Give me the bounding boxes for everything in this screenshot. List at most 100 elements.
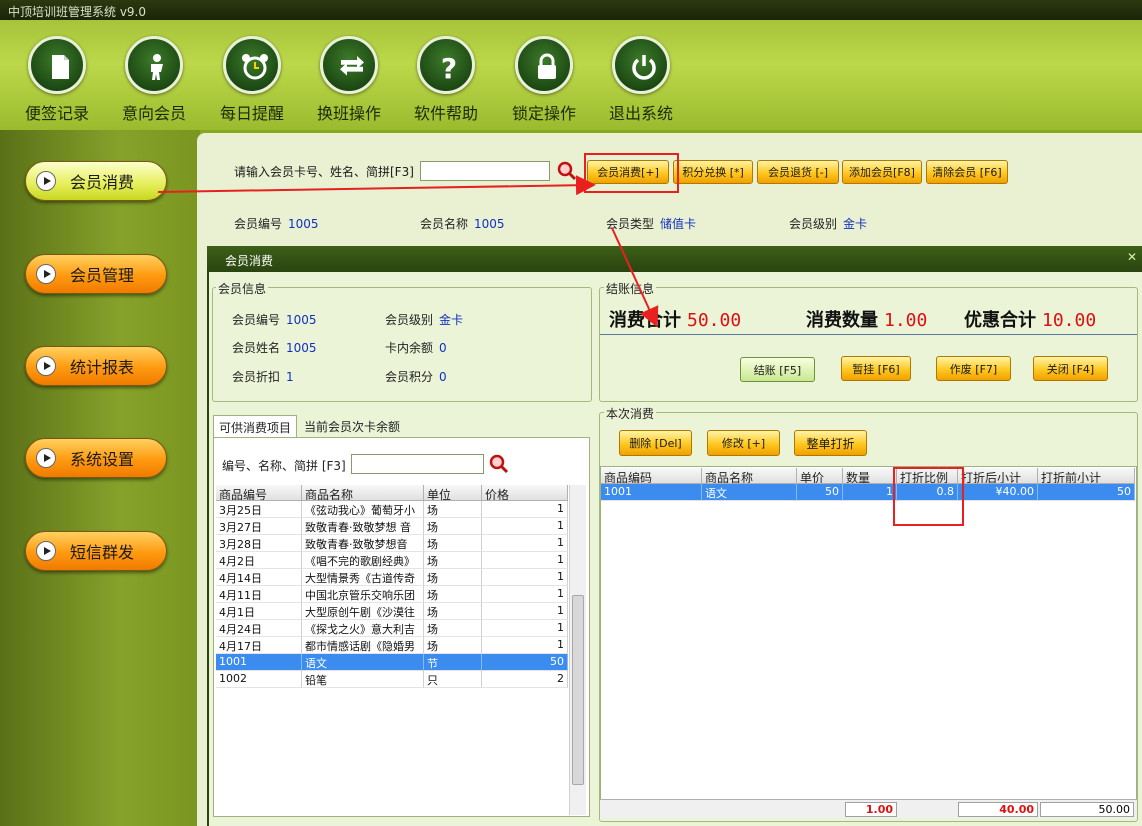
table-cell: 《弦动我心》葡萄牙小 [302, 501, 424, 518]
toolbar-note[interactable]: 便签记录 [17, 36, 97, 124]
tab-available-items[interactable]: 可供消费项目 [213, 415, 298, 437]
delete-button[interactable]: 删除 [Del] [619, 430, 692, 456]
table-cell: 1 [482, 535, 568, 552]
table-cell: 场 [424, 637, 482, 654]
sidebar-item-reports[interactable]: 统计报表 [25, 346, 167, 386]
member-info-title: 会员信息 [216, 280, 269, 297]
member-id-info: 会员编号 1005 [234, 217, 319, 231]
member-search-input[interactable] [420, 161, 550, 181]
items-col-header[interactable]: 商品编号 [216, 485, 302, 501]
toolbar-help-label: 软件帮助 [413, 104, 478, 123]
close-button[interactable]: 关闭 [F4] [1033, 356, 1108, 381]
highlight-box [893, 467, 964, 526]
search-icon[interactable] [488, 453, 510, 475]
sidebar-item-members[interactable]: 会员管理 [25, 254, 167, 294]
dlg-member-name: 会员姓名 1005 [232, 341, 317, 355]
table-cell: 语文 [302, 654, 424, 671]
member-type-info: 会员类型 储值卡 [606, 217, 697, 231]
toolbar-prospect[interactable]: 意向会员 [114, 36, 194, 124]
table-cell: 4月2日 [216, 552, 302, 569]
dlg-member-balance: 卡内余额 0 [385, 341, 447, 355]
void-button[interactable]: 作废 [F7] [936, 356, 1011, 381]
search-label: 请输入会员卡号、姓名、简拼[F3] [234, 165, 414, 179]
table-cell: 1 [482, 518, 568, 535]
sidebar: 会员消费 会员管理 统计报表 系统设置 短信群发 [0, 130, 200, 826]
items-col-header[interactable]: 单位 [424, 485, 482, 501]
table-cell: 场 [424, 501, 482, 518]
table-cell: 场 [424, 586, 482, 603]
toolbar-shift[interactable]: 换班操作 [309, 36, 389, 124]
highlight-box [584, 153, 679, 193]
search-icon[interactable] [556, 160, 578, 182]
item-search-input[interactable] [351, 454, 484, 474]
table-cell: 都市情感话剧《隐婚男 [302, 637, 424, 654]
current-col-header[interactable]: 打折后小计 [958, 468, 1038, 484]
table-cell: 场 [424, 603, 482, 620]
table-cell: 场 [424, 535, 482, 552]
sidebar-item-sms[interactable]: 短信群发 [25, 531, 167, 571]
close-icon[interactable]: ✕ [1127, 250, 1137, 264]
table-cell: 致敬青春·致敬梦想音 [302, 535, 424, 552]
hold-button[interactable]: 暂挂 [F6] [841, 356, 911, 381]
table-cell: 1 [482, 603, 568, 620]
toolbar-note-label: 便签记录 [24, 104, 89, 123]
current-col-header[interactable]: 单价 [797, 468, 843, 484]
toolbar-exit[interactable]: 退出系统 [601, 36, 681, 124]
total-quantity: 消费数量 1.00 [806, 310, 928, 331]
items-scrollbar[interactable] [569, 485, 586, 815]
sidebar-item-consume[interactable]: 会员消费 [25, 161, 167, 201]
table-cell: 1002 [216, 671, 302, 688]
totals-bar: 1.00 40.00 50.00 [600, 799, 1137, 818]
play-icon [36, 356, 56, 376]
whole-discount-button[interactable]: 整单打折 [794, 430, 867, 456]
table-cell: 3月25日 [216, 501, 302, 518]
dlg-member-discount: 会员折扣 1 [232, 370, 294, 384]
scroll-thumb[interactable] [572, 595, 584, 785]
alarm-clock-icon [242, 54, 268, 80]
total-discount: 优惠合计 10.00 [964, 310, 1097, 331]
table-cell: 1 [482, 637, 568, 654]
toolbar-lock-label: 锁定操作 [511, 104, 576, 123]
current-col-header[interactable]: 商品名称 [702, 468, 797, 484]
edit-button[interactable]: 修改 [+] [707, 430, 780, 456]
current-col-header[interactable]: 数量 [843, 468, 897, 484]
points-exchange-button[interactable]: 积分兑换 [*] [673, 160, 753, 184]
dialog-title: 会员消费 [207, 246, 1142, 272]
tab-card-balance[interactable]: 当前会员次卡余额 [299, 415, 405, 437]
toolbar-lock[interactable]: 锁定操作 [504, 36, 584, 124]
divider [600, 334, 1137, 335]
toolbar-reminder[interactable]: 每日提醒 [212, 36, 292, 124]
svg-text:?: ? [441, 52, 457, 82]
table-cell: 1 [482, 501, 568, 518]
help-icon: ? [441, 52, 457, 82]
table-cell: 4月14日 [216, 569, 302, 586]
table-cell: 语文 [702, 484, 797, 501]
sum-after-discount: 40.00 [958, 802, 1038, 817]
items-col-header[interactable]: 价格 [482, 485, 568, 501]
play-icon [36, 448, 56, 468]
table-cell: 只 [424, 671, 482, 688]
swap-arrows-icon [340, 56, 364, 76]
items-col-header[interactable]: 商品名称 [302, 485, 424, 501]
sidebar-item-settings[interactable]: 系统设置 [25, 438, 167, 478]
current-items-panel [600, 466, 1137, 818]
table-cell: 50 [482, 654, 568, 671]
current-col-header[interactable]: 打折前小计 [1038, 468, 1135, 484]
table-cell: 1 [482, 586, 568, 603]
return-button[interactable]: 会员退货 [-] [757, 160, 839, 184]
add-member-button[interactable]: 添加会员[F8] [842, 160, 922, 184]
clear-member-button[interactable]: 清除会员 [F6] [926, 160, 1008, 184]
settle-button[interactable]: 结账 [F5] [740, 357, 815, 382]
current-col-header[interactable]: 商品编码 [601, 468, 702, 484]
table-cell: 4月17日 [216, 637, 302, 654]
toolbar-help[interactable]: ? 软件帮助 [406, 36, 486, 124]
dlg-member-level: 会员级别 金卡 [385, 313, 464, 327]
table-cell: 致敬青春·致敬梦想 音 [302, 518, 424, 535]
checkout-group [599, 287, 1138, 402]
table-cell: 1 [482, 552, 568, 569]
toolbar-prospect-label: 意向会员 [121, 104, 186, 123]
table-cell: 中国北京管乐交响乐团 [302, 586, 424, 603]
table-cell: 4月24日 [216, 620, 302, 637]
table-cell: 场 [424, 569, 482, 586]
power-icon [632, 55, 656, 80]
